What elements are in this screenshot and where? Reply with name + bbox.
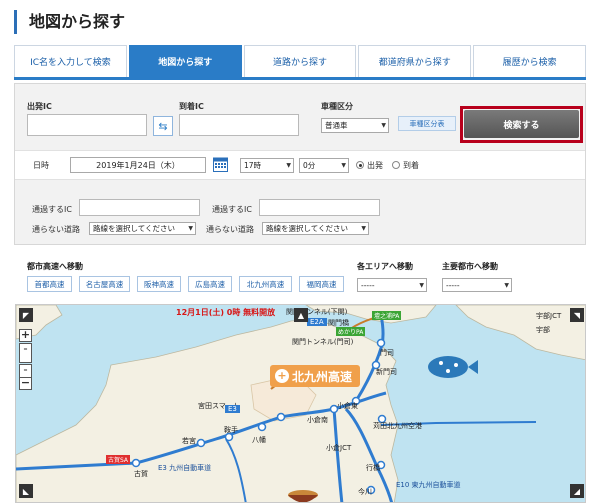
city-highway-label: 都市高速へ移動 (27, 262, 83, 271)
pufferfish-icon (428, 356, 478, 378)
hour-select[interactable]: 17時 ▼ (240, 158, 294, 173)
vehicle-select[interactable]: 普通車 ▼ (321, 118, 389, 133)
avoid1-select-value: 路線を選択してください (93, 224, 176, 233)
avoid2-select-value: 路線を選択してください (266, 224, 349, 233)
departure-label: 出発IC (27, 102, 52, 111)
avoid1-label: 通らない道路 (32, 225, 80, 234)
chevron-down-icon: ▼ (341, 162, 346, 169)
city-button-nagoya[interactable]: 名古屋高速 (79, 276, 130, 292)
zoom-slider-handle[interactable]: – (19, 343, 32, 363)
date-input[interactable]: 2019年1月24日（木） (70, 157, 206, 173)
depart-radio[interactable] (356, 161, 364, 169)
via2-input[interactable] (259, 199, 380, 216)
map-label-imagawa: 今川 (358, 488, 372, 496)
arrive-radio-label: 到着 (403, 161, 419, 170)
major-city-select[interactable]: ----- ▼ (442, 278, 512, 292)
via1-input[interactable] (79, 199, 200, 216)
major-city-select-value: ----- (446, 280, 460, 290)
route-tag-e3: E3 (225, 405, 240, 413)
area-select-value: ----- (361, 280, 375, 290)
route-map[interactable]: 12月1日(土) 0時 無料開放 + 北九州高速 関門トンネル(下関) E2A … (15, 304, 586, 503)
pan-up-left-icon[interactable]: ◤ (19, 308, 33, 322)
map-label-koga: 古賀 (134, 470, 148, 478)
depart-radio-label: 出発 (367, 161, 383, 170)
tab-road[interactable]: 道路から探す (243, 45, 357, 77)
road-label-e3: E3 九州自動車道 (158, 464, 212, 472)
area-select[interactable]: ----- ▼ (357, 278, 427, 292)
road-label-e10: E10 東九州自動車道 (396, 481, 461, 489)
map-label-dannoura-pa: 壇之浦PA (372, 311, 402, 320)
chevron-down-icon: ▼ (419, 281, 424, 289)
city-button-hiroshima[interactable]: 広島高速 (188, 276, 232, 292)
chevron-down-icon: ▼ (361, 225, 366, 232)
via1-label: 通過するIC (32, 205, 72, 214)
avoid2-select[interactable]: 路線を選択してください ▼ (262, 222, 369, 235)
map-label-kanmon-moji: 関門トンネル(門司) (292, 338, 354, 346)
pan-down-left-icon[interactable]: ◣ (19, 484, 33, 498)
swap-icon[interactable]: ⇆ (153, 116, 173, 136)
map-label-kokura-east: 小倉東 (337, 402, 358, 410)
map-label-ube-jct: 宇部JCT (536, 312, 562, 320)
pan-up-icon[interactable]: ▲ (294, 308, 308, 322)
kitakyushu-highway-badge-label: 北九州高速 (292, 369, 353, 384)
map-label-yukuhashi: 行橋 (366, 464, 380, 472)
vehicle-label: 車種区分 (321, 102, 353, 111)
city-button-fukuoka[interactable]: 福岡高速 (299, 276, 344, 292)
datetime-row: 日時 2019年1月24日（木） 17時 ▼ 0分 ▼ 出発 到着 (15, 150, 585, 180)
map-label-shinmoji: 新門司 (376, 368, 397, 376)
map-label-moji: 門司 (380, 349, 394, 357)
tab-underline (14, 77, 586, 80)
chevron-down-icon: ▼ (381, 122, 386, 129)
pan-up-right-icon[interactable]: ◥ (570, 308, 584, 322)
map-label-mekari-pa: めかりPA (336, 327, 366, 336)
city-button-hanshin[interactable]: 阪神高速 (137, 276, 181, 292)
kitakyushu-highway-badge[interactable]: + 北九州高速 (270, 365, 361, 387)
map-label-kurate: 鞍手 (224, 426, 238, 434)
map-graphic (16, 305, 585, 502)
zoom-out-icon[interactable]: − (19, 377, 32, 390)
map-notice-text: 12月1日(土) 0時 無料開放 (176, 308, 276, 317)
arrive-radio[interactable] (392, 161, 400, 169)
plus-icon: + (275, 369, 289, 383)
avoid2-label: 通らない道路 (206, 225, 254, 234)
calendar-icon[interactable] (213, 156, 228, 172)
map-label-kokura-south: 小倉南 (307, 416, 328, 424)
map-label-kokura-jct: 小倉JCT (326, 444, 352, 452)
map-label-kanda: 苅田北九州空港 (373, 422, 422, 430)
date-label: 日時 (33, 161, 49, 170)
map-label-ube: 宇部 (536, 326, 550, 334)
tab-ic-name[interactable]: IC名を入力して検索 (14, 45, 127, 77)
via2-label: 通過するIC (212, 205, 252, 214)
chevron-down-icon: ▼ (188, 225, 193, 232)
tab-history[interactable]: 履歴から検索 (473, 45, 586, 77)
departure-ic-input[interactable] (27, 114, 147, 136)
chevron-down-icon: ▼ (504, 281, 509, 289)
chevron-down-icon: ▼ (286, 162, 291, 169)
city-button-kitakyushu[interactable]: 北九州高速 (239, 276, 292, 292)
arrival-label: 到着IC (179, 102, 204, 111)
minute-select[interactable]: 0分 ▼ (299, 158, 349, 173)
tab-map[interactable]: 地図から探す (128, 45, 242, 77)
vehicle-table-button[interactable]: 車種区分表 (398, 116, 456, 131)
zoom-in-icon[interactable]: + (19, 329, 32, 342)
map-label-yahata: 八幡 (252, 436, 266, 444)
search-button[interactable]: 検索する (464, 110, 579, 138)
arrival-ic-input[interactable] (179, 114, 299, 136)
map-label-koga-sa: 古賀SA (106, 455, 131, 464)
vehicle-select-value: 普通車 (325, 121, 348, 130)
search-method-tabs: IC名を入力して検索 地図から探す 道路から探す 都道府県から探す 履歴から検索 (14, 45, 586, 77)
minute-select-value: 0分 (303, 161, 316, 170)
area-jump-label: 各エリアへ移動 (357, 262, 413, 271)
tab-prefecture[interactable]: 都道府県から探す (358, 45, 472, 77)
pan-down-right-icon[interactable]: ◢ (570, 484, 584, 498)
page-title: 地図から探す (14, 10, 125, 34)
city-button-shuto[interactable]: 首都高速 (27, 276, 72, 292)
map-label-wakamiya: 若宮 (182, 437, 196, 445)
major-city-label: 主要都市へ移動 (442, 262, 498, 271)
hour-select-value: 17時 (244, 161, 262, 170)
route-tag-e2a: E2A (307, 318, 327, 326)
avoid1-select[interactable]: 路線を選択してください ▼ (89, 222, 196, 235)
